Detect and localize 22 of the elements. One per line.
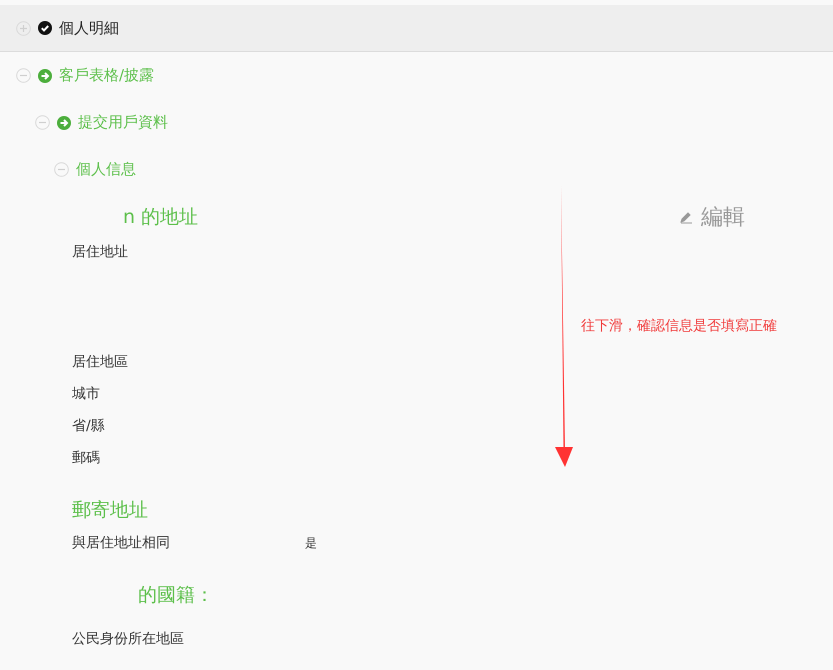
field-label: 郵碼 [72,449,101,468]
section-title: n 的地址 [123,205,198,230]
collapse-icon[interactable] [35,115,50,130]
section-title: 的國籍： [138,582,214,608]
edit-link[interactable]: 編輯 [680,201,745,234]
field-label: 與居住地址相同 [72,534,171,552]
field-label: 居住地區 [72,353,129,372]
field-label: 居住地址 [72,243,129,262]
tree-item-label[interactable]: 提交用戶資料 [78,111,168,134]
field-label: 省/縣 [72,417,106,436]
tree-item-label[interactable]: 客戶表格/披露 [59,64,154,87]
expand-icon[interactable] [16,20,31,36]
tree-item-label[interactable]: 個人信息 [76,158,136,181]
collapse-icon[interactable] [54,162,69,177]
tree-item-label[interactable]: 個人明細 [59,16,119,40]
field-label: 城市 [72,385,101,404]
collapse-icon[interactable] [16,68,31,83]
pencil-icon [680,211,693,224]
annotation-text: 往下滑，確認信息是否填寫正確 [581,317,777,336]
section-title: 郵寄地址 [72,498,148,523]
field-value: 是 [305,534,317,552]
field-label: 公民身份所在地區 [72,630,185,649]
